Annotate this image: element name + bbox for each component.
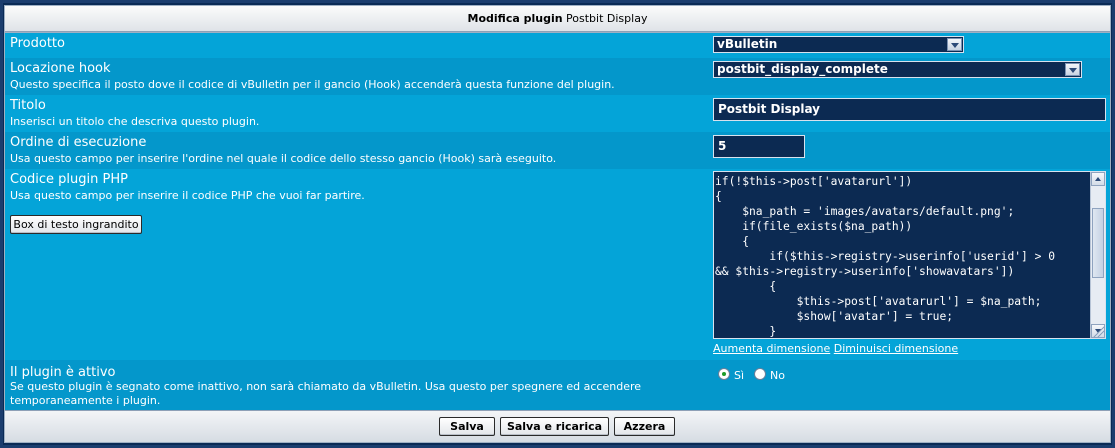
scroll-thumb[interactable] (1092, 208, 1104, 278)
row-order: Ordine di esecuzione Usa questo campo pe… (5, 132, 1110, 169)
row-product: Prodotto vBulletin (5, 33, 1110, 58)
resize-grip-icon[interactable] (1092, 325, 1104, 337)
increase-size-link[interactable]: Aumenta dimensione (713, 342, 830, 355)
title-input[interactable]: Postbit Display (713, 98, 1106, 121)
form-header: Modifica plugin Postbit Display (5, 6, 1110, 32)
save-button[interactable]: Salva (439, 417, 495, 436)
form-title-plugin-name: Postbit Display (566, 12, 648, 25)
row-hook: Locazione hook Questo specifica il posto… (5, 58, 1110, 95)
hook-label: Locazione hook (10, 61, 111, 76)
reset-button[interactable]: Azzera (614, 417, 675, 436)
row-title: Titolo Inserisci un titolo che descriva … (5, 95, 1110, 132)
big-textbox-button[interactable]: Box di testo ingrandito (10, 215, 142, 234)
title-label: Titolo (10, 98, 46, 113)
php-description: Usa questo campo per inserire il codice … (10, 189, 365, 202)
chevron-down-icon[interactable] (947, 38, 962, 51)
active-description-line1: Se questo plugin è segnato come inattivo… (10, 380, 642, 393)
title-description: Inserisci un titolo che descriva questo … (10, 115, 260, 128)
radio-no-label[interactable]: No (770, 369, 785, 382)
form-footer: Salva Salva e ricarica Azzera (5, 410, 1110, 442)
hook-select-value: postbit_display_complete (717, 62, 888, 76)
row-active: Il plugin è attivo Se questo plugin è se… (5, 360, 1110, 410)
hook-description: Questo specifica il posto dove il codice… (10, 78, 615, 91)
php-code-text[interactable]: if(!$this->post['avatarurl']) { $na_path… (714, 172, 1105, 338)
textarea-size-links: Aumenta dimensione Diminuisci dimensione (713, 342, 958, 355)
php-label: Codice plugin PHP (10, 172, 128, 187)
product-select-value: vBulletin (717, 37, 778, 51)
php-code-textarea[interactable]: if(!$this->post['avatarurl']) { $na_path… (713, 171, 1106, 339)
radio-no[interactable] (754, 368, 766, 380)
code-scrollbar[interactable] (1090, 172, 1105, 338)
active-label: Il plugin è attivo (10, 365, 116, 380)
form-title-bold: Modifica plugin (467, 12, 563, 25)
plugin-form: Modifica plugin Postbit Display Prodotto… (4, 5, 1111, 443)
scroll-up-icon[interactable] (1091, 172, 1105, 186)
hook-select[interactable]: postbit_display_complete (713, 61, 1082, 78)
chevron-down-icon[interactable] (1065, 63, 1080, 76)
row-php-code: Codice plugin PHP Usa questo campo per i… (5, 169, 1110, 360)
active-description-line2: temporaneamente i plugin. (10, 394, 161, 407)
radio-yes[interactable] (718, 368, 730, 380)
decrease-size-link[interactable]: Diminuisci dimensione (834, 342, 958, 355)
order-description: Usa questo campo per inserire l'ordine n… (10, 152, 557, 165)
product-label: Prodotto (10, 36, 65, 51)
product-select[interactable]: vBulletin (713, 36, 964, 53)
save-reload-button[interactable]: Salva e ricarica (500, 417, 609, 436)
radio-yes-label[interactable]: Sì (734, 369, 744, 382)
order-label: Ordine di esecuzione (10, 135, 147, 150)
order-input[interactable]: 5 (713, 135, 805, 158)
